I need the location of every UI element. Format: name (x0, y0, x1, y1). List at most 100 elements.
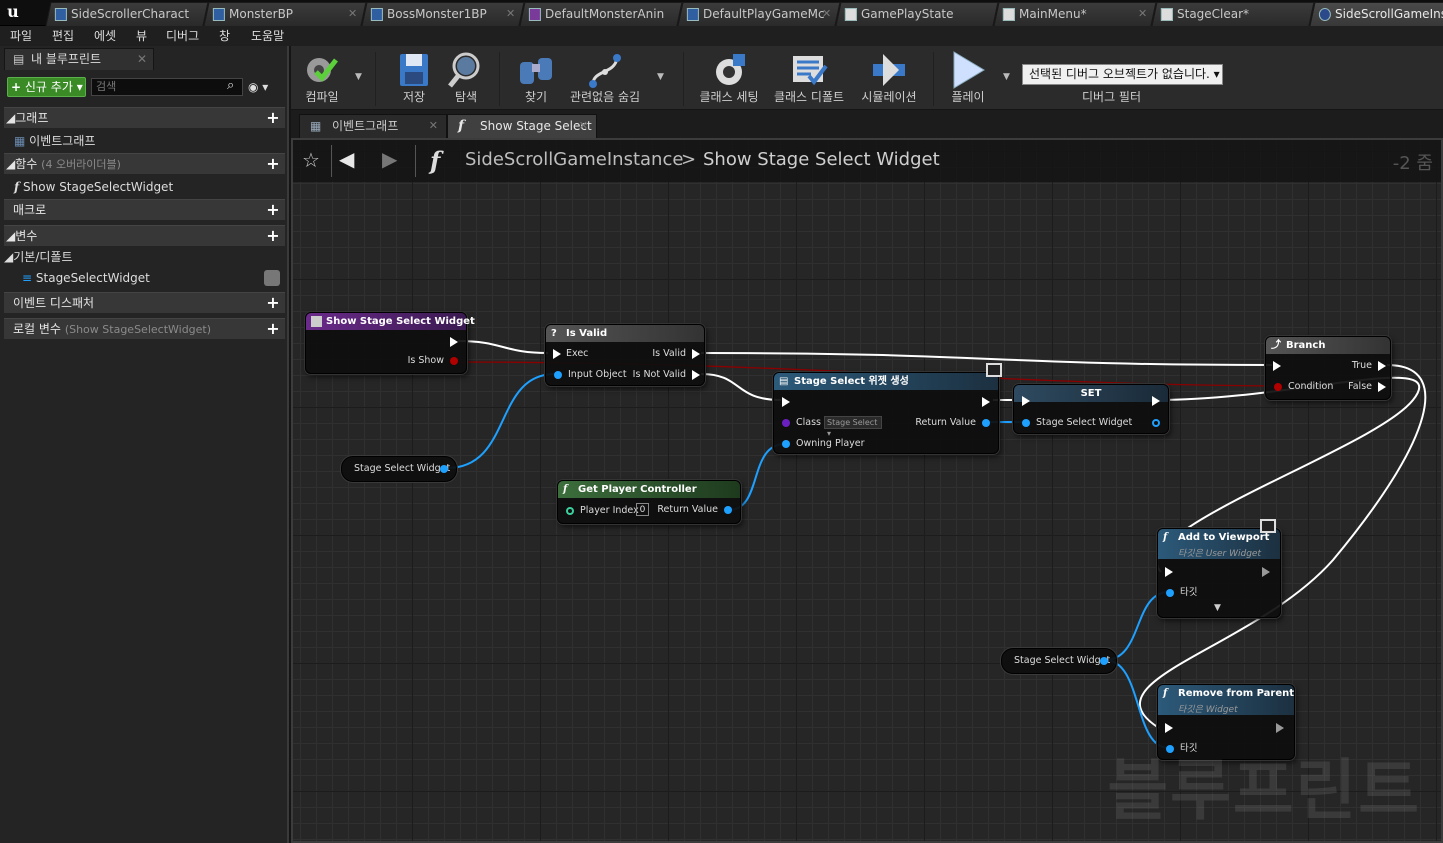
chevron-down-icon[interactable]: ▼ (657, 72, 664, 82)
exec-in-pin[interactable] (553, 349, 561, 359)
category-default[interactable]: ◢기본/디폴트 (4, 247, 72, 267)
menu-help[interactable]: 도움말 (251, 27, 284, 45)
tab-event-graph[interactable]: ▦ 이벤트그래프 ✕ (299, 114, 447, 138)
exec-in-pin[interactable] (782, 397, 790, 407)
class-pin[interactable] (782, 419, 790, 427)
exec-in-pin[interactable] (1022, 396, 1030, 406)
visibility-icon[interactable] (264, 270, 280, 286)
object-pin[interactable] (982, 419, 990, 427)
node-add-to-viewport[interactable]: f Add to Viewport 타깃은 User Widget 타깃 ▼ (1157, 519, 1281, 618)
object-out-pin[interactable] (1152, 419, 1160, 427)
node-get-stage-select-widget[interactable]: Stage Select Widget (1001, 648, 1117, 674)
section-macros[interactable]: 매크로 + (4, 199, 285, 220)
close-icon[interactable]: ✕ (348, 3, 357, 25)
tab-monster-bp[interactable]: MonsterBP ✕ (203, 2, 367, 26)
close-icon[interactable]: ✕ (822, 3, 831, 25)
tab-default-play-game-mode[interactable]: DefaultPlayGameMc ✕ (677, 2, 841, 26)
menu-asset[interactable]: 에셋 (94, 27, 116, 45)
add-event-dispatcher-button[interactable]: + (265, 295, 281, 311)
tab-default-monster-anim[interactable]: DefaultMonsterAnin (519, 2, 683, 26)
simulation-button[interactable]: 시뮬레이션 (857, 48, 921, 108)
menu-window[interactable]: 창 (219, 27, 230, 45)
exec-out-pin[interactable] (450, 337, 458, 347)
node-is-valid[interactable]: ? Is Valid Exec Is Valid Input Object Is … (545, 324, 705, 386)
section-functions[interactable]: ◢함수 (4 오버라이더블) + (4, 153, 285, 174)
node-branch[interactable]: ⤴ Branch True Condition False (1265, 336, 1391, 400)
add-new-button[interactable]: + 신규 추가 ▾ (7, 77, 86, 97)
close-icon[interactable]: ✕ (579, 115, 588, 137)
debug-object-dropdown[interactable]: 선택된 디버그 오브젝트가 없습니다. ▾ (1022, 64, 1223, 85)
exec-out-pin[interactable] (692, 349, 700, 359)
node-function-entry[interactable]: Show Stage Select Widget Is Show (305, 312, 475, 374)
menu-edit[interactable]: 편집 (52, 27, 74, 45)
object-pin[interactable] (554, 371, 562, 379)
class-dropdown[interactable]: Stage Select ▾ (824, 416, 882, 438)
close-icon[interactable]: ✕ (1138, 3, 1147, 25)
exec-out-pin[interactable] (982, 397, 990, 407)
add-variable-button[interactable]: + (265, 228, 281, 244)
exec-out-pin[interactable] (1276, 723, 1284, 733)
tree-item-function-show-stage-select[interactable]: f Show StageSelectWidget (14, 177, 173, 197)
find-button[interactable]: 찾기 (513, 48, 559, 108)
menu-debug[interactable]: 디버그 (166, 27, 199, 45)
add-graph-button[interactable]: + (265, 110, 281, 126)
exec-out-pin[interactable] (1262, 567, 1270, 577)
chevron-down-icon[interactable]: ▼ (355, 72, 362, 82)
node-get-stage-select-widget[interactable]: Stage Select Widget (341, 456, 457, 482)
search-icon[interactable]: ⌕ (227, 79, 241, 93)
class-settings-button[interactable]: 클래스 세팅 (697, 48, 761, 108)
menu-file[interactable]: 파일 (10, 27, 32, 45)
object-pin[interactable] (440, 465, 448, 473)
blueprint-graph-canvas[interactable]: ☆ ◀ ▶ f SideScrollGameInstance > Show St… (291, 138, 1443, 843)
player-index-input[interactable]: 0 (636, 503, 649, 516)
browse-button[interactable]: 탐색 (443, 48, 489, 108)
tree-item-event-graph[interactable]: ▦ 이벤트그래프 (14, 131, 95, 151)
exec-out-pin[interactable] (692, 370, 700, 380)
tab-boss-monster-bp[interactable]: BossMonster1BP ✕ (361, 2, 525, 26)
section-variables[interactable]: ◢변수 + (4, 225, 285, 246)
exec-in-pin[interactable] (1165, 723, 1173, 733)
tab-stage-clear[interactable]: StageClear* (1151, 2, 1315, 26)
object-pin[interactable] (1022, 419, 1030, 427)
menu-view[interactable]: 뷰 (136, 27, 147, 45)
eye-view-options-icon[interactable]: ◉ ▾ (248, 79, 278, 95)
exec-out-pin[interactable] (1152, 396, 1160, 406)
int-pin[interactable] (566, 507, 574, 515)
object-pin[interactable] (724, 506, 732, 514)
search-input[interactable]: 검색 (91, 78, 243, 96)
my-blueprint-tab[interactable]: ▤ 내 블루프린트 ✕ (4, 48, 154, 70)
hide-unrelated-button[interactable]: 관련없음 숨김 (569, 48, 641, 108)
tab-show-stage-select[interactable]: f Show Stage Select ✕ (447, 114, 597, 138)
tab-game-play-state[interactable]: GamePlayState (835, 2, 999, 26)
play-button[interactable]: 플레이 (943, 48, 993, 108)
exec-in-pin[interactable] (1273, 361, 1281, 371)
save-button[interactable]: 저장 (391, 48, 437, 108)
tab-side-scroll-game-instance[interactable]: SideScrollGameIns* (1309, 2, 1443, 26)
object-pin[interactable] (782, 440, 790, 448)
section-local-variables[interactable]: 로컬 변수 (Show StageSelectWidget) + (4, 318, 285, 339)
section-graphs[interactable]: ◢그래프 + (4, 107, 285, 128)
bool-pin[interactable] (1274, 383, 1282, 391)
add-local-variable-button[interactable]: + (265, 321, 281, 337)
tree-item-variable-stage-select-widget[interactable]: ≡ StageSelectWidget (22, 268, 284, 288)
class-defaults-button[interactable]: 클래스 디폴트 (773, 48, 845, 108)
object-pin[interactable] (1100, 657, 1108, 665)
exec-out-pin[interactable] (1378, 382, 1386, 392)
node-set-variable[interactable]: SET Stage Select Widget (1013, 384, 1169, 434)
object-pin[interactable] (1166, 589, 1174, 597)
close-icon[interactable]: ✕ (506, 3, 515, 25)
close-icon[interactable]: ✕ (137, 49, 147, 69)
tab-sidescroller-character[interactable]: SideScrollerCharact (45, 2, 209, 26)
node-create-widget[interactable]: ▤ Stage Select 위젯 생성 Class Stage Select ▾… (773, 363, 1002, 454)
tab-main-menu[interactable]: MainMenu* ✕ (993, 2, 1157, 26)
exec-out-pin[interactable] (1378, 361, 1386, 371)
section-event-dispatchers[interactable]: 이벤트 디스패처 + (4, 292, 285, 313)
node-get-player-controller[interactable]: f Get Player Controller Player Index 0 Re… (557, 480, 741, 524)
compile-button[interactable]: 컴파일 (299, 48, 345, 108)
chevron-down-icon[interactable]: ▼ (1003, 72, 1010, 82)
unreal-logo-icon[interactable]: u (2, 1, 24, 23)
add-function-button[interactable]: + (265, 156, 281, 172)
add-macro-button[interactable]: + (265, 202, 281, 218)
close-icon[interactable]: ✕ (429, 115, 438, 137)
exec-in-pin[interactable] (1165, 567, 1173, 577)
